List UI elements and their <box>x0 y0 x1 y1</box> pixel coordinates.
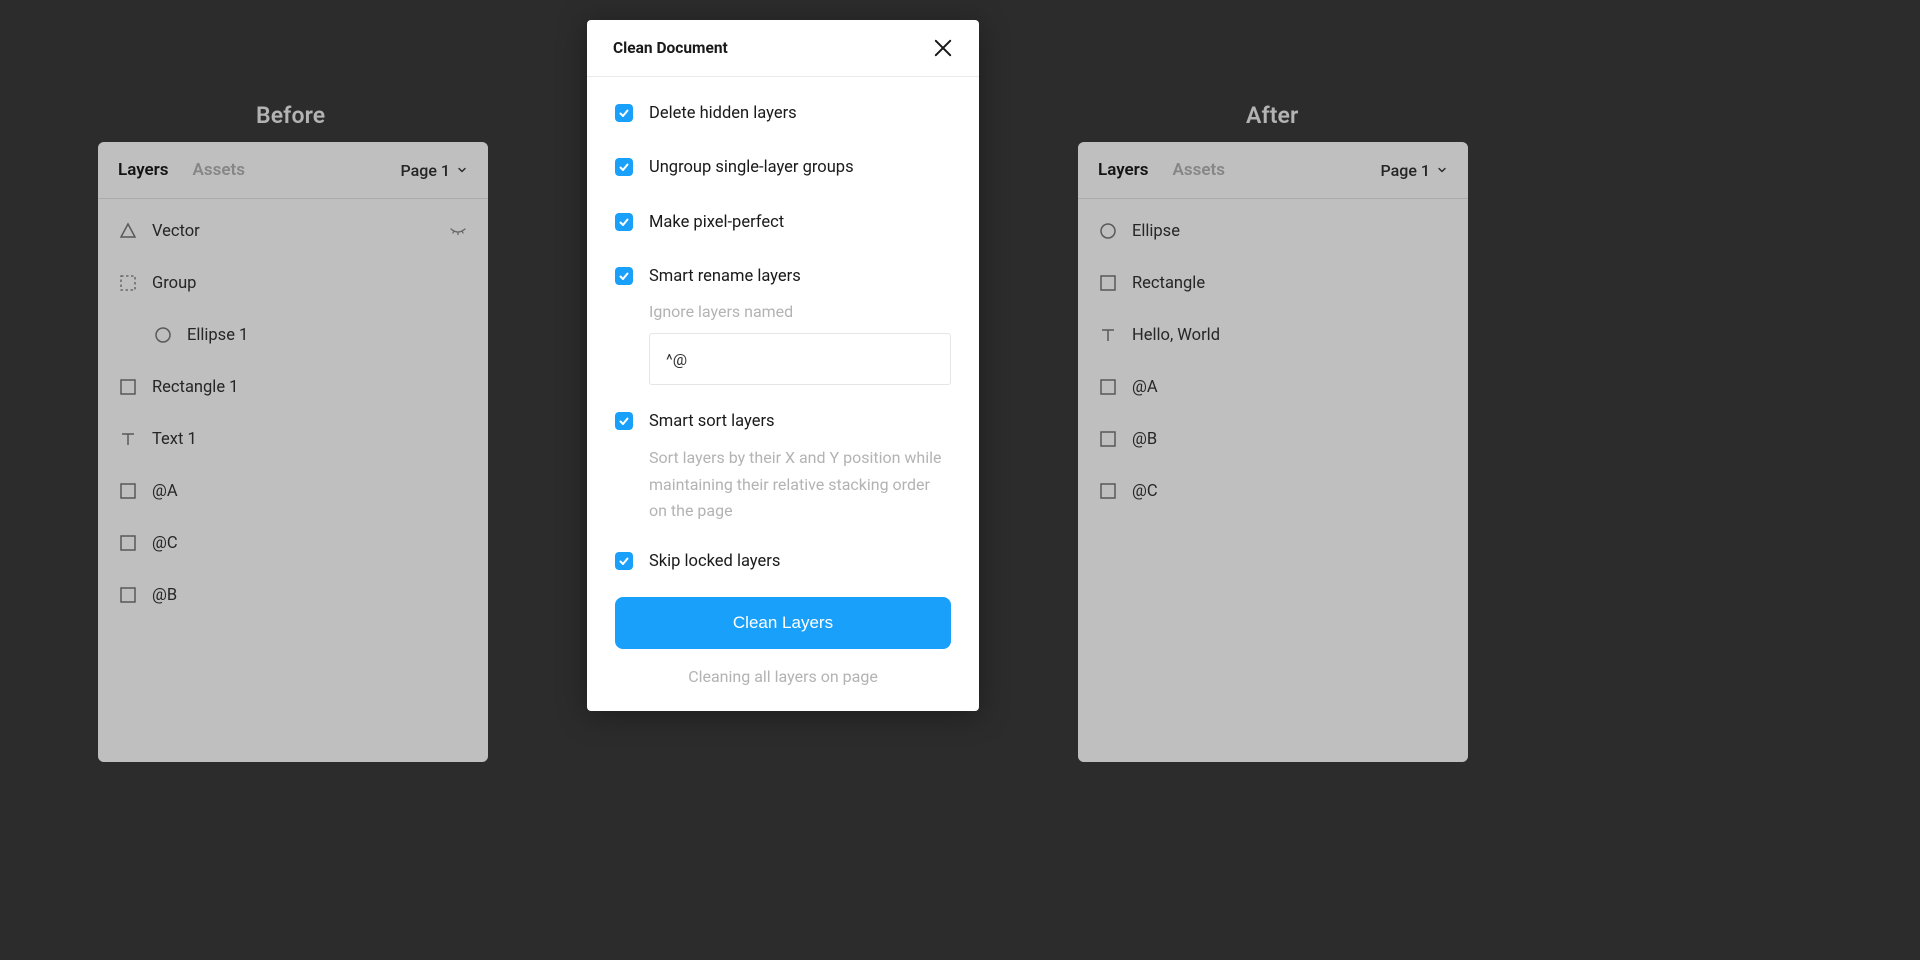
layer-name: Rectangle 1 <box>152 378 468 397</box>
layer-row[interactable]: @C <box>1078 465 1468 517</box>
page-selector[interactable]: Page 1 <box>1381 161 1448 180</box>
text-icon <box>118 429 138 449</box>
option-label: Delete hidden layers <box>649 103 797 125</box>
close-icon <box>931 36 955 60</box>
tab-assets[interactable]: Assets <box>1173 160 1225 180</box>
status-hint: Cleaning all layers on page <box>587 667 979 686</box>
page-selector[interactable]: Page 1 <box>401 161 468 180</box>
layer-row[interactable]: Rectangle <box>1078 257 1468 309</box>
dialog-title: Clean Document <box>613 39 728 57</box>
layer-name: @A <box>1132 378 1448 397</box>
tab-layers[interactable]: Layers <box>118 160 169 180</box>
layer-row[interactable]: Vector <box>98 205 488 257</box>
chevron-down-icon <box>1436 164 1448 176</box>
page-name: Page 1 <box>1381 161 1430 180</box>
group-icon <box>118 273 138 293</box>
option-description: Sort layers by their X and Y position wh… <box>649 445 951 524</box>
layer-row[interactable]: @C <box>98 517 488 569</box>
before-label: Before <box>256 102 325 129</box>
layer-row[interactable]: @B <box>1078 413 1468 465</box>
clean-document-dialog: Clean Document Delete hidden layers Ungr… <box>587 20 979 711</box>
triangle-icon <box>118 221 138 241</box>
option-label: Ungroup single-layer groups <box>649 157 854 179</box>
layers-panel-after: Layers Assets Page 1 Ellipse Rectangle Hel… <box>1078 142 1468 762</box>
checkbox-ungroup-single[interactable] <box>615 158 633 176</box>
layer-row[interactable]: Rectangle 1 <box>98 361 488 413</box>
check-icon <box>618 161 630 173</box>
layer-name: Vector <box>152 222 434 241</box>
text-icon <box>1098 325 1118 345</box>
check-icon <box>618 107 630 119</box>
after-label: After <box>1246 102 1298 129</box>
square-icon <box>118 533 138 553</box>
ignore-label: Ignore layers named <box>649 302 951 321</box>
square-icon <box>118 585 138 605</box>
clean-layers-button[interactable]: Clean Layers <box>615 597 951 649</box>
chevron-down-icon <box>456 164 468 176</box>
page-name: Page 1 <box>401 161 450 180</box>
option-label: Make pixel-perfect <box>649 212 784 234</box>
tab-layers[interactable]: Layers <box>1098 160 1149 180</box>
circle-icon <box>1098 221 1118 241</box>
layer-name: Rectangle <box>1132 274 1448 293</box>
layer-row[interactable]: Group <box>98 257 488 309</box>
checkbox-pixel-perfect[interactable] <box>615 213 633 231</box>
layer-name: Group <box>152 274 468 293</box>
checkbox-skip-locked[interactable] <box>615 552 633 570</box>
layer-row[interactable]: Ellipse 1 <box>98 309 488 361</box>
option-label: Smart rename layers <box>649 266 951 288</box>
tab-assets[interactable]: Assets <box>193 160 245 180</box>
square-icon <box>118 481 138 501</box>
layer-name: Hello, World <box>1132 326 1448 345</box>
layer-row[interactable]: Text 1 <box>98 413 488 465</box>
check-icon <box>618 555 630 567</box>
check-icon <box>618 216 630 228</box>
layer-name: @C <box>1132 482 1448 501</box>
square-icon <box>1098 429 1118 449</box>
circle-icon <box>153 325 173 345</box>
layer-name: @C <box>152 534 468 553</box>
layer-name: @B <box>1132 430 1448 449</box>
layer-name: @A <box>152 482 468 501</box>
option-label: Smart sort layers <box>649 411 951 433</box>
square-icon <box>118 377 138 397</box>
layer-row[interactable]: Hello, World <box>1078 309 1468 361</box>
layer-row[interactable]: @A <box>1078 361 1468 413</box>
square-icon <box>1098 377 1118 397</box>
ignore-pattern-input[interactable] <box>649 333 951 385</box>
check-icon <box>618 270 630 282</box>
hidden-icon[interactable] <box>448 219 468 244</box>
layer-row[interactable]: Ellipse <box>1078 205 1468 257</box>
checkbox-smart-sort[interactable] <box>615 412 633 430</box>
option-label: Skip locked layers <box>649 551 780 573</box>
layer-name: Ellipse <box>1132 222 1448 241</box>
layer-name: Ellipse 1 <box>187 326 468 345</box>
checkbox-smart-rename[interactable] <box>615 267 633 285</box>
square-icon <box>1098 481 1118 501</box>
close-button[interactable] <box>931 36 955 60</box>
check-icon <box>618 415 630 427</box>
layer-name: @B <box>152 586 468 605</box>
layer-name: Text 1 <box>152 430 468 449</box>
square-icon <box>1098 273 1118 293</box>
checkbox-delete-hidden[interactable] <box>615 104 633 122</box>
layers-panel-before: Layers Assets Page 1 Vector Group Ellipse … <box>98 142 488 762</box>
layer-row[interactable]: @B <box>98 569 488 621</box>
layer-row[interactable]: @A <box>98 465 488 517</box>
